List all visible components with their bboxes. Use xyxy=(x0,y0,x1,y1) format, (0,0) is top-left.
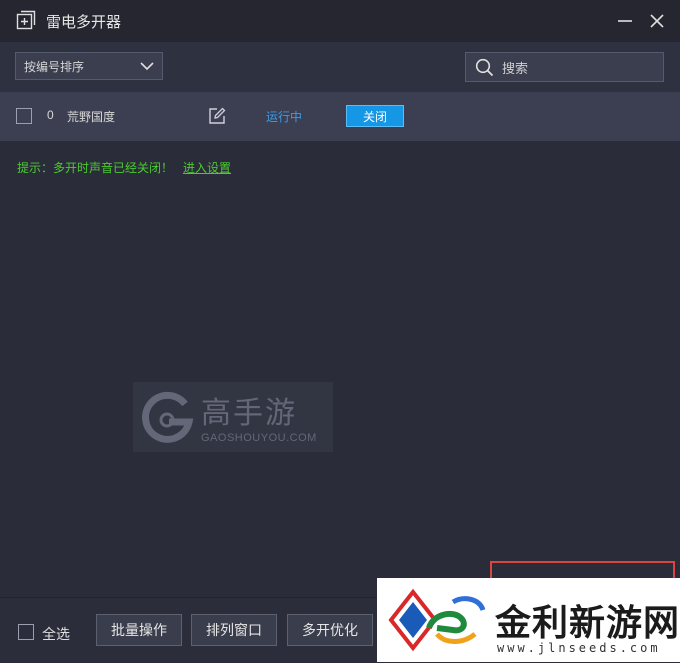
watermark-domain: GAOSHOUYOU.COM xyxy=(201,432,317,444)
gaoshouyou-logo xyxy=(142,391,194,443)
sort-dropdown-label: 按编号排序 xyxy=(24,59,85,74)
site-logo xyxy=(388,588,486,652)
notice-text: 提示：多开时声音已经关闭！ xyxy=(17,161,174,175)
instance-status: 运行中 xyxy=(266,110,303,124)
search-box[interactable] xyxy=(465,52,664,82)
watermark: 高手游 GAOSHOUYOU.COM xyxy=(133,382,333,452)
close-instance-button[interactable]: 关闭 xyxy=(346,105,404,127)
arrange-windows-button[interactable]: 排列窗口 xyxy=(191,614,277,646)
instance-name: 荒野国度 xyxy=(67,110,116,124)
select-all-checkbox[interactable] xyxy=(18,624,34,640)
select-all-label[interactable]: 全选 xyxy=(42,624,70,644)
batch-operation-button[interactable]: 批量操作 xyxy=(96,614,182,646)
chevron-down-icon xyxy=(140,62,154,71)
close-icon[interactable] xyxy=(647,11,667,31)
instance-checkbox[interactable] xyxy=(16,108,32,124)
settings-link[interactable]: 进入设置 xyxy=(183,161,231,175)
site-name: 金利新游网 xyxy=(495,602,680,644)
instance-index: 0 xyxy=(47,108,54,122)
search-input[interactable] xyxy=(500,57,654,79)
site-badge: 金利新游网 www.jlnseeds.com xyxy=(377,578,680,662)
title-bar: 雷电多开器 xyxy=(0,0,680,42)
sort-dropdown[interactable]: 按编号排序 xyxy=(15,52,163,80)
multi-open-optimize-button[interactable]: 多开优化 xyxy=(287,614,373,646)
edit-icon[interactable] xyxy=(208,107,226,125)
watermark-name: 高手游 xyxy=(201,397,297,430)
search-icon[interactable] xyxy=(475,58,494,77)
window-title: 雷电多开器 xyxy=(46,14,122,31)
minimize-icon[interactable] xyxy=(615,11,635,31)
app-icon xyxy=(16,10,36,30)
sound-notice: 提示：多开时声音已经关闭！ 进入设置 xyxy=(17,159,231,176)
instance-row: 0 荒野国度 运行中 关闭 xyxy=(0,92,680,141)
toolbar: 按编号排序 xyxy=(0,42,680,92)
site-url: www.jlnseeds.com xyxy=(497,641,661,655)
